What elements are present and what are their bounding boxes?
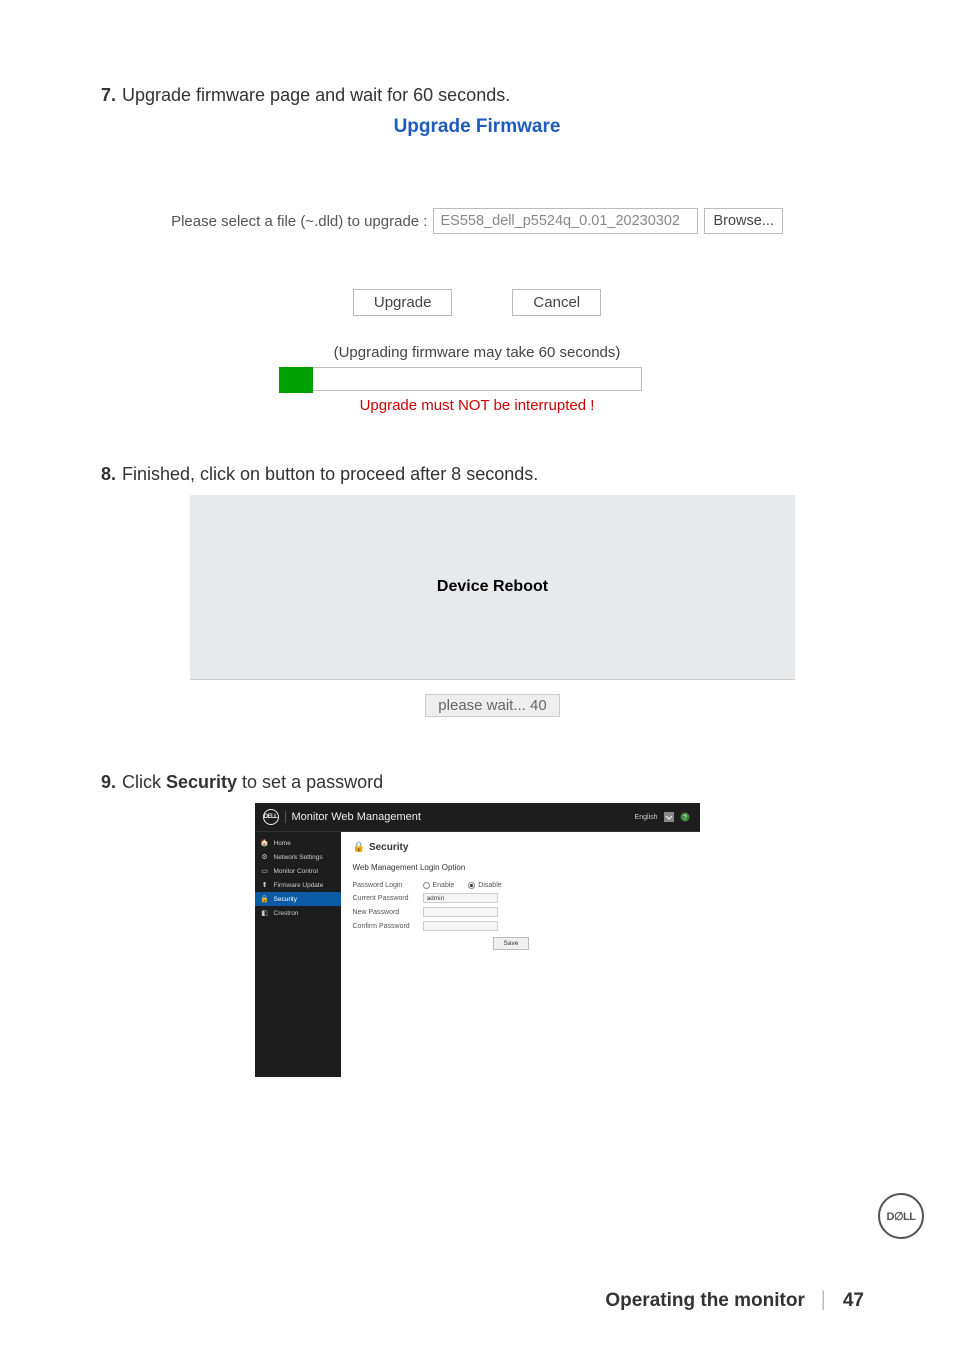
file-name-field[interactable]: ES558_dell_p5524q_0.01_20230302 bbox=[433, 208, 698, 234]
security-panel-title: 🔒 Security bbox=[353, 842, 688, 853]
interrupt-warning: Upgrade must NOT be interrupted ! bbox=[90, 397, 864, 414]
dell-logo-icon: D∅LL bbox=[878, 1193, 924, 1239]
disable-radio-label: Disable bbox=[478, 882, 501, 889]
new-password-row: New Password bbox=[353, 907, 688, 917]
home-icon: 🏠 bbox=[261, 839, 269, 847]
current-password-row: Current Password bbox=[353, 893, 688, 903]
sidebar-item-label: Network Settings bbox=[274, 854, 323, 861]
svg-text:?: ? bbox=[683, 815, 687, 822]
confirm-password-field[interactable] bbox=[423, 921, 498, 931]
step-9-text-suffix: to set a password bbox=[237, 772, 383, 792]
page-footer: Operating the monitor │ 47 bbox=[605, 1290, 864, 1312]
please-wait-button[interactable]: please wait... 40 bbox=[425, 694, 559, 717]
step-9-text-bold: Security bbox=[166, 772, 237, 792]
sidebar-item-network-settings[interactable]: ⚙ Network Settings bbox=[255, 850, 341, 864]
security-title-text: Security bbox=[369, 842, 408, 853]
step-9-text: Click Security to set a password bbox=[122, 772, 383, 793]
device-reboot-area: Device Reboot bbox=[190, 495, 795, 680]
confirm-password-label: Confirm Password bbox=[353, 923, 423, 930]
lock-icon: 🔒 bbox=[353, 842, 365, 853]
sidebar-item-monitor-control[interactable]: ▭ Monitor Control bbox=[255, 864, 341, 878]
step-8: 8. Finished, click on button to proceed … bbox=[90, 464, 864, 485]
password-login-row: Password Login Enable Disable bbox=[353, 882, 688, 889]
footer-section-title: Operating the monitor bbox=[605, 1290, 805, 1312]
cancel-button[interactable]: Cancel bbox=[512, 289, 601, 316]
current-password-field[interactable] bbox=[423, 893, 498, 903]
sidebar-item-security[interactable]: 🔒 Security bbox=[255, 892, 341, 906]
step-8-text: Finished, click on button to proceed aft… bbox=[122, 464, 538, 485]
current-password-label: Current Password bbox=[353, 895, 423, 902]
save-row: Save bbox=[353, 937, 688, 950]
sidebar-item-home[interactable]: 🏠 Home bbox=[255, 836, 341, 850]
wm-language-label[interactable]: English bbox=[635, 814, 658, 821]
help-icon[interactable]: ? bbox=[680, 812, 690, 822]
dell-logo-icon: DELL bbox=[263, 809, 279, 825]
crestron-icon: ◧ bbox=[261, 909, 269, 917]
step-9: 9. Click Security to set a password bbox=[90, 772, 864, 793]
svg-text:D∅LL: D∅LL bbox=[887, 1211, 917, 1222]
sidebar-item-label: Monitor Control bbox=[274, 868, 318, 875]
upgrade-firmware-title: Upgrade Firmware bbox=[90, 116, 864, 138]
step-9-text-prefix: Click bbox=[122, 772, 166, 792]
wm-body: 🏠 Home ⚙ Network Settings ▭ Monitor Cont… bbox=[255, 832, 700, 1077]
wm-main: 🔒 Security Web Management Login Option P… bbox=[341, 832, 700, 1077]
save-button[interactable]: Save bbox=[493, 937, 530, 950]
step-8-number: 8. bbox=[90, 464, 122, 485]
password-login-label: Password Login bbox=[353, 882, 423, 889]
sidebar-item-label: Firmware Update bbox=[274, 882, 324, 889]
dell-corner-logo: D∅LL bbox=[878, 1193, 924, 1239]
browse-button[interactable]: Browse... bbox=[704, 208, 782, 234]
upgrade-duration-note: (Upgrading firmware may take 60 seconds) bbox=[90, 344, 864, 361]
upgrade-firmware-panel: Upgrade Firmware Please select a file (~… bbox=[90, 116, 864, 414]
upgrade-button[interactable]: Upgrade bbox=[353, 289, 453, 316]
sidebar-item-firmware-update[interactable]: ⬆ Firmware Update bbox=[255, 878, 341, 892]
footer-page-number: 47 bbox=[843, 1290, 864, 1312]
step-7-text: Upgrade firmware page and wait for 60 se… bbox=[122, 85, 510, 106]
please-wait-row: please wait... 40 bbox=[190, 680, 795, 717]
security-subtitle: Web Management Login Option bbox=[353, 863, 688, 872]
enable-radio[interactable]: Enable bbox=[423, 882, 455, 889]
new-password-label: New Password bbox=[353, 909, 423, 916]
device-reboot-panel: Device Reboot please wait... 40 bbox=[190, 495, 795, 717]
footer-divider: │ bbox=[819, 1292, 829, 1310]
disable-radio[interactable]: Disable bbox=[468, 882, 501, 889]
settings-icon: ⚙ bbox=[261, 853, 269, 861]
upgrade-button-row: Upgrade Cancel bbox=[90, 289, 864, 316]
wm-header-left: DELL Monitor Web Management bbox=[263, 809, 421, 825]
dropdown-icon[interactable] bbox=[664, 812, 674, 822]
sidebar-item-label: Security bbox=[274, 896, 297, 903]
step-7-number: 7. bbox=[90, 85, 122, 106]
wm-sidebar: 🏠 Home ⚙ Network Settings ▭ Monitor Cont… bbox=[255, 832, 341, 1077]
password-login-radio-group: Enable Disable bbox=[423, 882, 502, 889]
radio-icon bbox=[423, 882, 430, 889]
device-reboot-title: Device Reboot bbox=[437, 578, 548, 596]
enable-radio-label: Enable bbox=[433, 882, 455, 889]
security-screenshot: DELL Monitor Web Management English ? 🏠 … bbox=[255, 803, 700, 1077]
wm-header-right: English ? bbox=[635, 812, 690, 822]
step-9-number: 9. bbox=[90, 772, 122, 793]
file-select-label: Please select a file (~.dld) to upgrade … bbox=[171, 213, 427, 230]
progress-fill bbox=[279, 367, 313, 393]
progress-bar bbox=[312, 367, 642, 391]
progress-row bbox=[90, 367, 864, 391]
upload-icon: ⬆ bbox=[261, 881, 269, 889]
lock-icon: 🔒 bbox=[261, 895, 269, 903]
sidebar-item-label: Crestron bbox=[274, 910, 299, 917]
monitor-icon: ▭ bbox=[261, 867, 269, 875]
sidebar-item-crestron[interactable]: ◧ Crestron bbox=[255, 906, 341, 920]
new-password-field[interactable] bbox=[423, 907, 498, 917]
wm-header: DELL Monitor Web Management English ? bbox=[255, 803, 700, 832]
radio-icon bbox=[468, 882, 475, 889]
sidebar-item-label: Home bbox=[274, 840, 291, 847]
step-7: 7. Upgrade firmware page and wait for 60… bbox=[90, 85, 864, 106]
wm-header-title: Monitor Web Management bbox=[285, 811, 421, 823]
file-select-row: Please select a file (~.dld) to upgrade … bbox=[90, 208, 864, 234]
confirm-password-row: Confirm Password bbox=[353, 921, 688, 931]
